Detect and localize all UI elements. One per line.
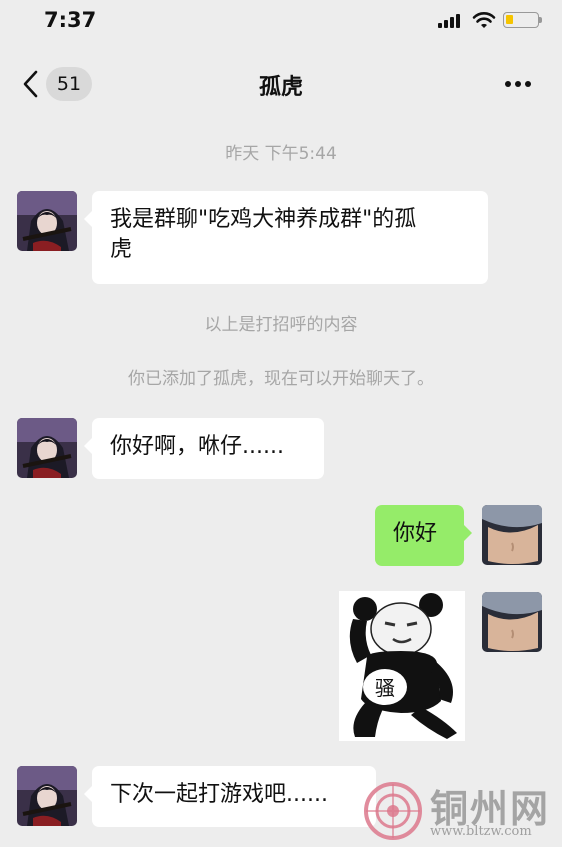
- battery-icon: [503, 12, 542, 28]
- anime-character-avatar-icon: [17, 418, 77, 478]
- watermark-url: www.bltzw.com: [430, 824, 532, 839]
- message-bubble-received[interactable]: 下次一起打游戏吧......: [84, 766, 376, 827]
- anime-character-avatar-icon: [17, 191, 77, 251]
- sticker-caption: 骚: [375, 676, 395, 700]
- my-avatar[interactable]: [482, 592, 542, 652]
- anime-character-avatar-icon: [17, 766, 77, 826]
- unread-count-badge[interactable]: 51: [46, 67, 92, 101]
- system-message-greeting: 以上是打招呼的内容: [204, 315, 358, 335]
- status-time: 7:37: [44, 8, 97, 32]
- chat-timestamp: 昨天 下午5:44: [225, 144, 337, 164]
- signal-icon: [438, 14, 464, 28]
- panda-meme-sticker[interactable]: 骚: [339, 591, 465, 741]
- message-bubble-sent[interactable]: 你好: [375, 505, 472, 566]
- message-text: 我是群聊"吃鸡大神养成群"的孤: [110, 207, 417, 232]
- more-dots-icon[interactable]: [502, 81, 534, 89]
- user-photo-avatar-icon: [482, 505, 542, 565]
- message-bubble-received[interactable]: 我是群聊"吃鸡大神养成群"的孤 虎: [84, 191, 488, 284]
- contact-avatar[interactable]: [17, 191, 77, 251]
- chat-header: 51 孤虎: [0, 55, 562, 115]
- my-avatar[interactable]: [482, 505, 542, 565]
- status-bar: 7:37: [0, 0, 562, 42]
- watermark-logo-icon: [364, 782, 422, 840]
- user-photo-avatar-icon: [482, 592, 542, 652]
- site-watermark: 铜州网 www.bltzw.com: [362, 776, 562, 847]
- message-text: 虎: [110, 237, 133, 262]
- panda-meme-icon: 骚: [339, 591, 465, 741]
- wifi-icon: [472, 12, 496, 28]
- system-message-added: 你已添加了孤虎，现在可以开始聊天了。: [128, 369, 434, 389]
- message-text: 你好啊，咻仔......: [110, 434, 284, 459]
- message-text: 你好: [393, 521, 438, 546]
- back-chevron-icon[interactable]: [20, 69, 42, 99]
- contact-avatar[interactable]: [17, 418, 77, 478]
- message-text: 下次一起打游戏吧......: [110, 782, 328, 807]
- message-bubble-received[interactable]: 你好啊，咻仔......: [84, 418, 324, 479]
- contact-avatar[interactable]: [17, 766, 77, 826]
